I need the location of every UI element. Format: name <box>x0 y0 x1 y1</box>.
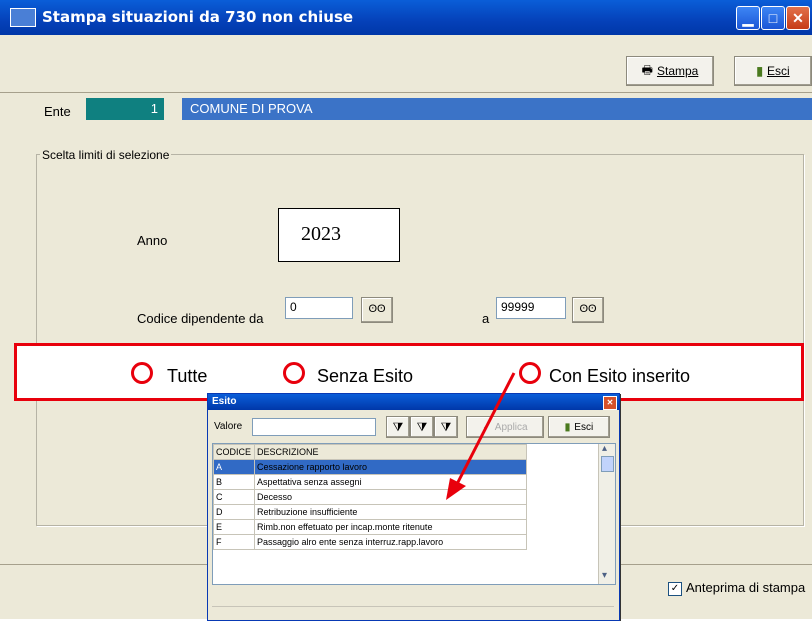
option-radio-all[interactable] <box>131 362 153 384</box>
exit-door-icon: ▮ <box>756 64 763 78</box>
binoculars-icon: ʘʘ <box>579 303 597 315</box>
cell-code: B <box>213 474 255 490</box>
print-button-label: Stampa <box>656 64 699 78</box>
toolbar: 🖶 Stampa ▮ Esci <box>0 36 812 93</box>
option-radio-with-outcome[interactable] <box>519 362 541 384</box>
exit-button-label: Esci <box>766 64 790 78</box>
employee-to-input[interactable]: 99999 <box>496 297 566 319</box>
table-row[interactable]: B Aspettativa senza assegni <box>213 474 527 490</box>
apply-button-label: Applica <box>494 421 528 433</box>
valore-input[interactable] <box>252 418 376 436</box>
preview-checkbox[interactable]: ✓ <box>668 582 682 596</box>
exit-door-icon: ▮ <box>564 421 571 433</box>
title-bar: Stampa situazioni da 730 non chiuse ▁ □ … <box>0 0 812 35</box>
close-button[interactable]: ✕ <box>786 6 810 30</box>
scroll-down-icon[interactable]: ▾ <box>602 570 607 581</box>
funnel-icon: ⧩ <box>392 419 404 434</box>
binoculars-icon: ʘʘ <box>368 303 386 315</box>
table-row[interactable]: D Retribuzione insufficiente <box>213 504 527 520</box>
column-header-code: CODICE <box>213 444 255 460</box>
employee-to-lookup-button[interactable]: ʘʘ <box>572 297 604 323</box>
preview-label: Anteprima di stampa <box>686 580 806 595</box>
cell-description: Decesso <box>254 489 527 505</box>
ente-label: Ente <box>44 104 71 119</box>
print-button[interactable]: 🖶 Stampa <box>626 56 714 86</box>
cell-description: Rimb.non effetuato per incap.monte riten… <box>254 519 527 535</box>
window-title: Stampa situazioni da 730 non chiuse <box>42 8 354 26</box>
option-radio-without-outcome[interactable] <box>283 362 305 384</box>
year-label: Anno <box>137 233 168 248</box>
maximize-button[interactable]: □ <box>761 6 785 30</box>
ente-name-field: COMUNE DI PROVA <box>182 98 812 120</box>
esito-exit-button[interactable]: ▮ Esci <box>548 416 610 438</box>
column-header-description: DESCRIZIONE <box>254 444 527 460</box>
filter-button[interactable]: ⧩ <box>410 416 434 438</box>
app-icon <box>10 8 36 27</box>
cell-description: Aspettativa senza assegni <box>254 474 527 490</box>
check-icon: ✓ <box>482 421 491 433</box>
apply-button[interactable]: ✓ Applica <box>466 416 544 438</box>
esito-dialog: Esito ✕ Valore ⧩ ⧩ ⧩ ✓ Applica ▮ Esci CO… <box>207 393 620 621</box>
cell-description: Passaggio alro ente senza interruz.rapp.… <box>254 534 527 550</box>
cell-code: A <box>213 459 255 475</box>
table-row[interactable]: C Decesso <box>213 489 527 505</box>
cell-code: D <box>213 504 255 520</box>
option-label-without-outcome: Senza Esito <box>317 366 414 386</box>
minimize-button[interactable]: ▁ <box>736 6 760 30</box>
cell-code: C <box>213 489 255 505</box>
employee-from-label: Codice dipendente da <box>137 311 264 326</box>
exit-button[interactable]: ▮ Esci <box>734 56 812 86</box>
employee-from-input[interactable]: 0 <box>285 297 353 319</box>
esito-scrollbar[interactable]: ▴ ▾ <box>598 444 615 584</box>
esito-table: CODICE DESCRIZIONE A Cessazione rapporto … <box>213 444 527 550</box>
year-input[interactable]: 2023 <box>278 208 400 262</box>
cell-code: F <box>213 534 255 550</box>
esito-grid: CODICE DESCRIZIONE A Cessazione rapporto … <box>212 443 616 585</box>
option-label-all: Tutte <box>167 366 208 386</box>
cell-code: E <box>213 519 255 535</box>
scroll-up-icon[interactable]: ▴ <box>602 444 607 454</box>
cell-description: Retribuzione insufficiente <box>254 504 527 520</box>
employee-from-lookup-button[interactable]: ʘʘ <box>361 297 393 323</box>
printer-icon: 🖶 <box>641 62 653 77</box>
funnel-icon: ⧩ <box>416 419 428 434</box>
table-header-row: CODICE DESCRIZIONE <box>213 444 527 460</box>
filter-next-button[interactable]: ⧩ <box>434 416 458 438</box>
cell-description: Cessazione rapporto lavoro <box>254 459 527 475</box>
esito-dialog-titlebar: Esito ✕ <box>208 394 619 410</box>
table-row[interactable]: E Rimb.non effetuato per incap.monte rite… <box>213 519 527 535</box>
table-row[interactable]: F Passaggio alro ente senza interruz.rapp… <box>213 534 527 550</box>
scrollbar-thumb[interactable] <box>601 456 614 472</box>
esito-close-icon[interactable]: ✕ <box>603 396 617 410</box>
funnel-icon: ⧩ <box>440 419 452 434</box>
table-row[interactable]: A Cessazione rapporto lavoro <box>213 459 527 475</box>
ente-code-field[interactable]: 1 <box>86 98 164 120</box>
esito-dialog-title: Esito <box>212 396 237 407</box>
esito-statusbar <box>212 606 614 619</box>
valore-label: Valore <box>214 421 243 432</box>
selection-group-title: Scelta limiti di selezione <box>40 148 172 162</box>
option-label-with-outcome: Con Esito inserito <box>549 366 691 386</box>
employee-to-label: a <box>482 311 490 326</box>
filter-prev-button[interactable]: ⧩ <box>386 416 410 438</box>
esito-exit-button-label: Esci <box>574 421 594 433</box>
